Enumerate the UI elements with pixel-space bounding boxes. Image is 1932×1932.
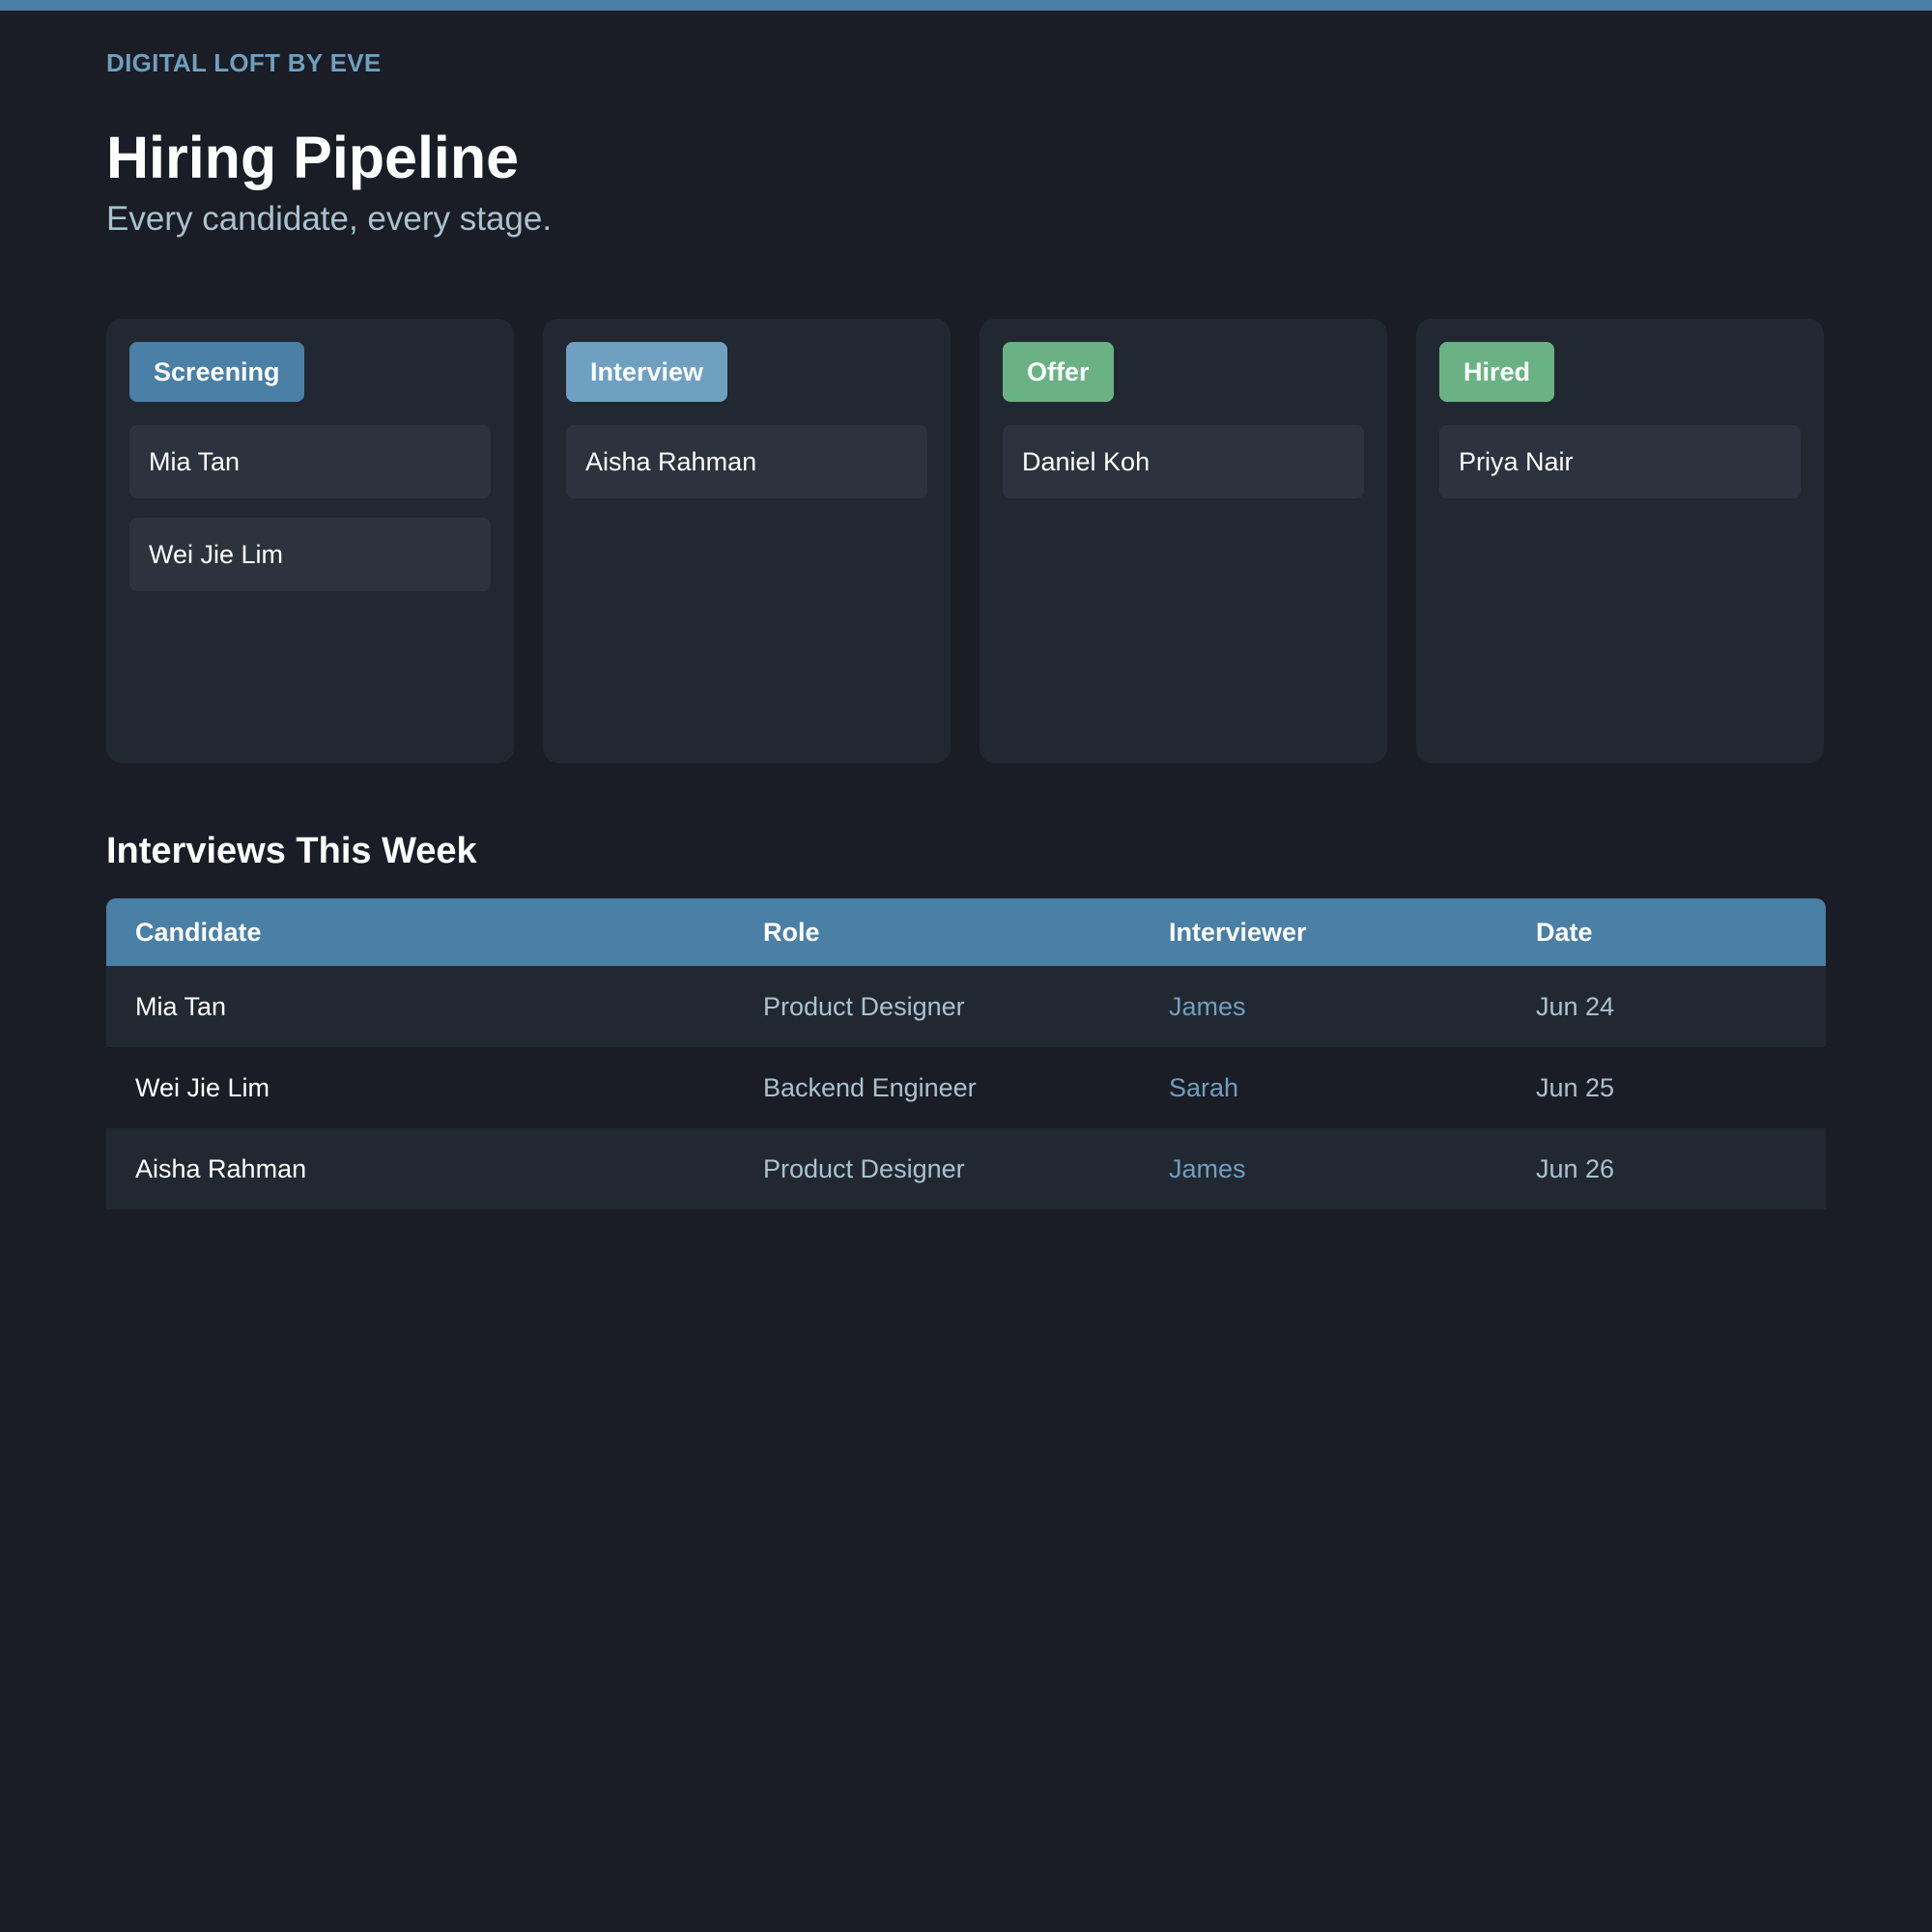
cell-role: Backend Engineer (763, 1073, 977, 1102)
stage-badge-hired[interactable]: Hired (1439, 342, 1555, 402)
candidate-card[interactable]: Aisha Rahman (566, 425, 927, 498)
table-header: Candidate Role Interviewer Date (106, 898, 1826, 966)
table-row[interactable]: Aisha Rahman Product Designer James Jun … (106, 1128, 1826, 1209)
top-accent-bar (0, 0, 1932, 11)
column-header-candidate[interactable]: Candidate (135, 898, 262, 966)
column-header-role[interactable]: Role (763, 898, 820, 966)
cell-date: Jun 24 (1536, 992, 1615, 1021)
page-subtitle: Every candidate, every stage. (106, 200, 553, 238)
cell-role: Product Designer (763, 1154, 965, 1183)
cell-interviewer[interactable]: James (1169, 1128, 1246, 1209)
cell-interviewer[interactable]: James (1169, 966, 1246, 1047)
stage-badge-screening[interactable]: Screening (129, 342, 304, 402)
cell-date: Jun 25 (1536, 1073, 1615, 1102)
stage-badge-interview[interactable]: Interview (566, 342, 728, 402)
pipeline-column-screening: Screening Mia Tan Wei Jie Lim (106, 319, 514, 763)
brand-name: DIGITAL LOFT BY EVE (106, 48, 382, 77)
candidate-card[interactable]: Mia Tan (129, 425, 491, 498)
pipeline-column-hired: Hired Priya Nair (1416, 319, 1824, 763)
stage-badge-offer[interactable]: Offer (1003, 342, 1114, 402)
candidate-card[interactable]: Daniel Koh (1003, 425, 1364, 498)
column-header-date[interactable]: Date (1536, 898, 1593, 966)
pipeline-board: Screening Mia Tan Wei Jie Lim Interview … (106, 319, 1826, 763)
pipeline-column-offer: Offer Daniel Koh (980, 319, 1387, 763)
table-row[interactable]: Mia Tan Product Designer James Jun 24 (106, 966, 1826, 1047)
pipeline-column-interview: Interview Aisha Rahman (543, 319, 951, 763)
interviews-section-title: Interviews This Week (106, 831, 477, 871)
cell-role: Product Designer (763, 992, 965, 1021)
cell-candidate: Aisha Rahman (135, 1154, 307, 1183)
cell-date: Jun 26 (1536, 1154, 1615, 1183)
column-header-interviewer[interactable]: Interviewer (1169, 898, 1307, 966)
cell-candidate: Mia Tan (135, 992, 227, 1021)
candidate-card[interactable]: Priya Nair (1439, 425, 1801, 498)
table-row[interactable]: Wei Jie Lim Backend Engineer Sarah Jun 2… (106, 1047, 1826, 1128)
cell-interviewer[interactable]: Sarah (1169, 1047, 1238, 1128)
candidate-card[interactable]: Wei Jie Lim (129, 518, 491, 591)
page-title: Hiring Pipeline (106, 125, 520, 190)
interviews-table: Candidate Role Interviewer Date Mia Tan … (106, 898, 1826, 1209)
cell-candidate: Wei Jie Lim (135, 1073, 270, 1102)
